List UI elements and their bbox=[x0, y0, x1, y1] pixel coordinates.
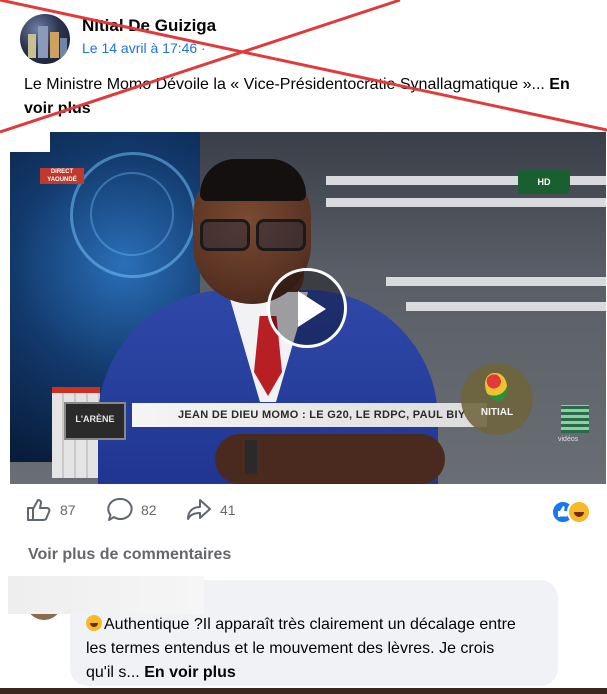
comment-button[interactable]: 82 bbox=[107, 492, 157, 528]
blurred-commenter-name bbox=[8, 576, 204, 614]
like-count: 87 bbox=[60, 502, 76, 518]
speaker-hair bbox=[200, 159, 306, 201]
lower-third-text: JEAN DE DIEU MOMO : LE G20, LE RDPC, PAU… bbox=[178, 409, 466, 421]
thumbs-up-icon bbox=[27, 499, 51, 521]
post-date[interactable]: Le 14 avril à 17:46 · bbox=[82, 40, 206, 56]
background-stripe bbox=[386, 277, 606, 286]
share-count: 41 bbox=[220, 502, 236, 518]
author-avatar[interactable] bbox=[20, 14, 70, 64]
laughing-emoji-icon bbox=[86, 615, 102, 631]
hd-channel-logo: HD bbox=[518, 170, 570, 194]
comment-see-more-link[interactable]: En voir plus bbox=[144, 664, 236, 681]
video-player[interactable]: DIRECT YAOUNDÉ JEAN DE DIEU MOMO : LE G2… bbox=[10, 132, 606, 484]
show-logo: L'ARÈNE bbox=[64, 402, 126, 440]
post-text: Le Ministre Momo Dévoile la « Vice-Prési… bbox=[24, 73, 594, 121]
africa-map-icon bbox=[485, 373, 507, 401]
author-name[interactable]: Nitial De Guiziga bbox=[82, 16, 216, 36]
live-badge: DIRECT YAOUNDÉ bbox=[40, 168, 84, 184]
comment-bubble-icon bbox=[107, 497, 133, 521]
share-button[interactable]: 41 bbox=[186, 492, 236, 528]
background-stripe bbox=[406, 302, 606, 311]
speaker-watch bbox=[245, 440, 257, 474]
bottom-edge bbox=[0, 688, 607, 694]
post-header: Nitial De Guiziga Le 14 avril à 17:46 · … bbox=[0, 0, 607, 130]
comment-count: 82 bbox=[141, 502, 157, 518]
post-date-text[interactable]: Le 14 avril à 17:46 bbox=[82, 40, 197, 56]
qr-code bbox=[561, 405, 589, 433]
action-bar: 87 82 41 bbox=[0, 492, 607, 528]
post-body: Le Ministre Momo Dévoile la « Vice-Prési… bbox=[24, 76, 545, 93]
play-button[interactable] bbox=[267, 268, 347, 348]
haha-reaction-icon bbox=[567, 500, 591, 524]
play-icon bbox=[298, 291, 326, 327]
share-arrow-icon bbox=[187, 499, 211, 520]
reaction-summary[interactable] bbox=[551, 500, 591, 524]
date-separator: · bbox=[201, 40, 206, 56]
comment-text: Authentique ?Il apparaît très clairement… bbox=[86, 613, 526, 685]
speaker-glasses bbox=[200, 219, 308, 251]
channel-corner-logo bbox=[10, 132, 50, 152]
view-more-comments-link[interactable]: Voir plus de commentaires bbox=[28, 546, 231, 564]
watermark-text: NITIAL bbox=[480, 407, 514, 418]
nitial-watermark: NITIAL bbox=[461, 363, 533, 435]
background-stripe bbox=[326, 198, 606, 207]
like-button[interactable]: 87 bbox=[26, 492, 76, 528]
qr-label: vidéos bbox=[558, 436, 579, 443]
